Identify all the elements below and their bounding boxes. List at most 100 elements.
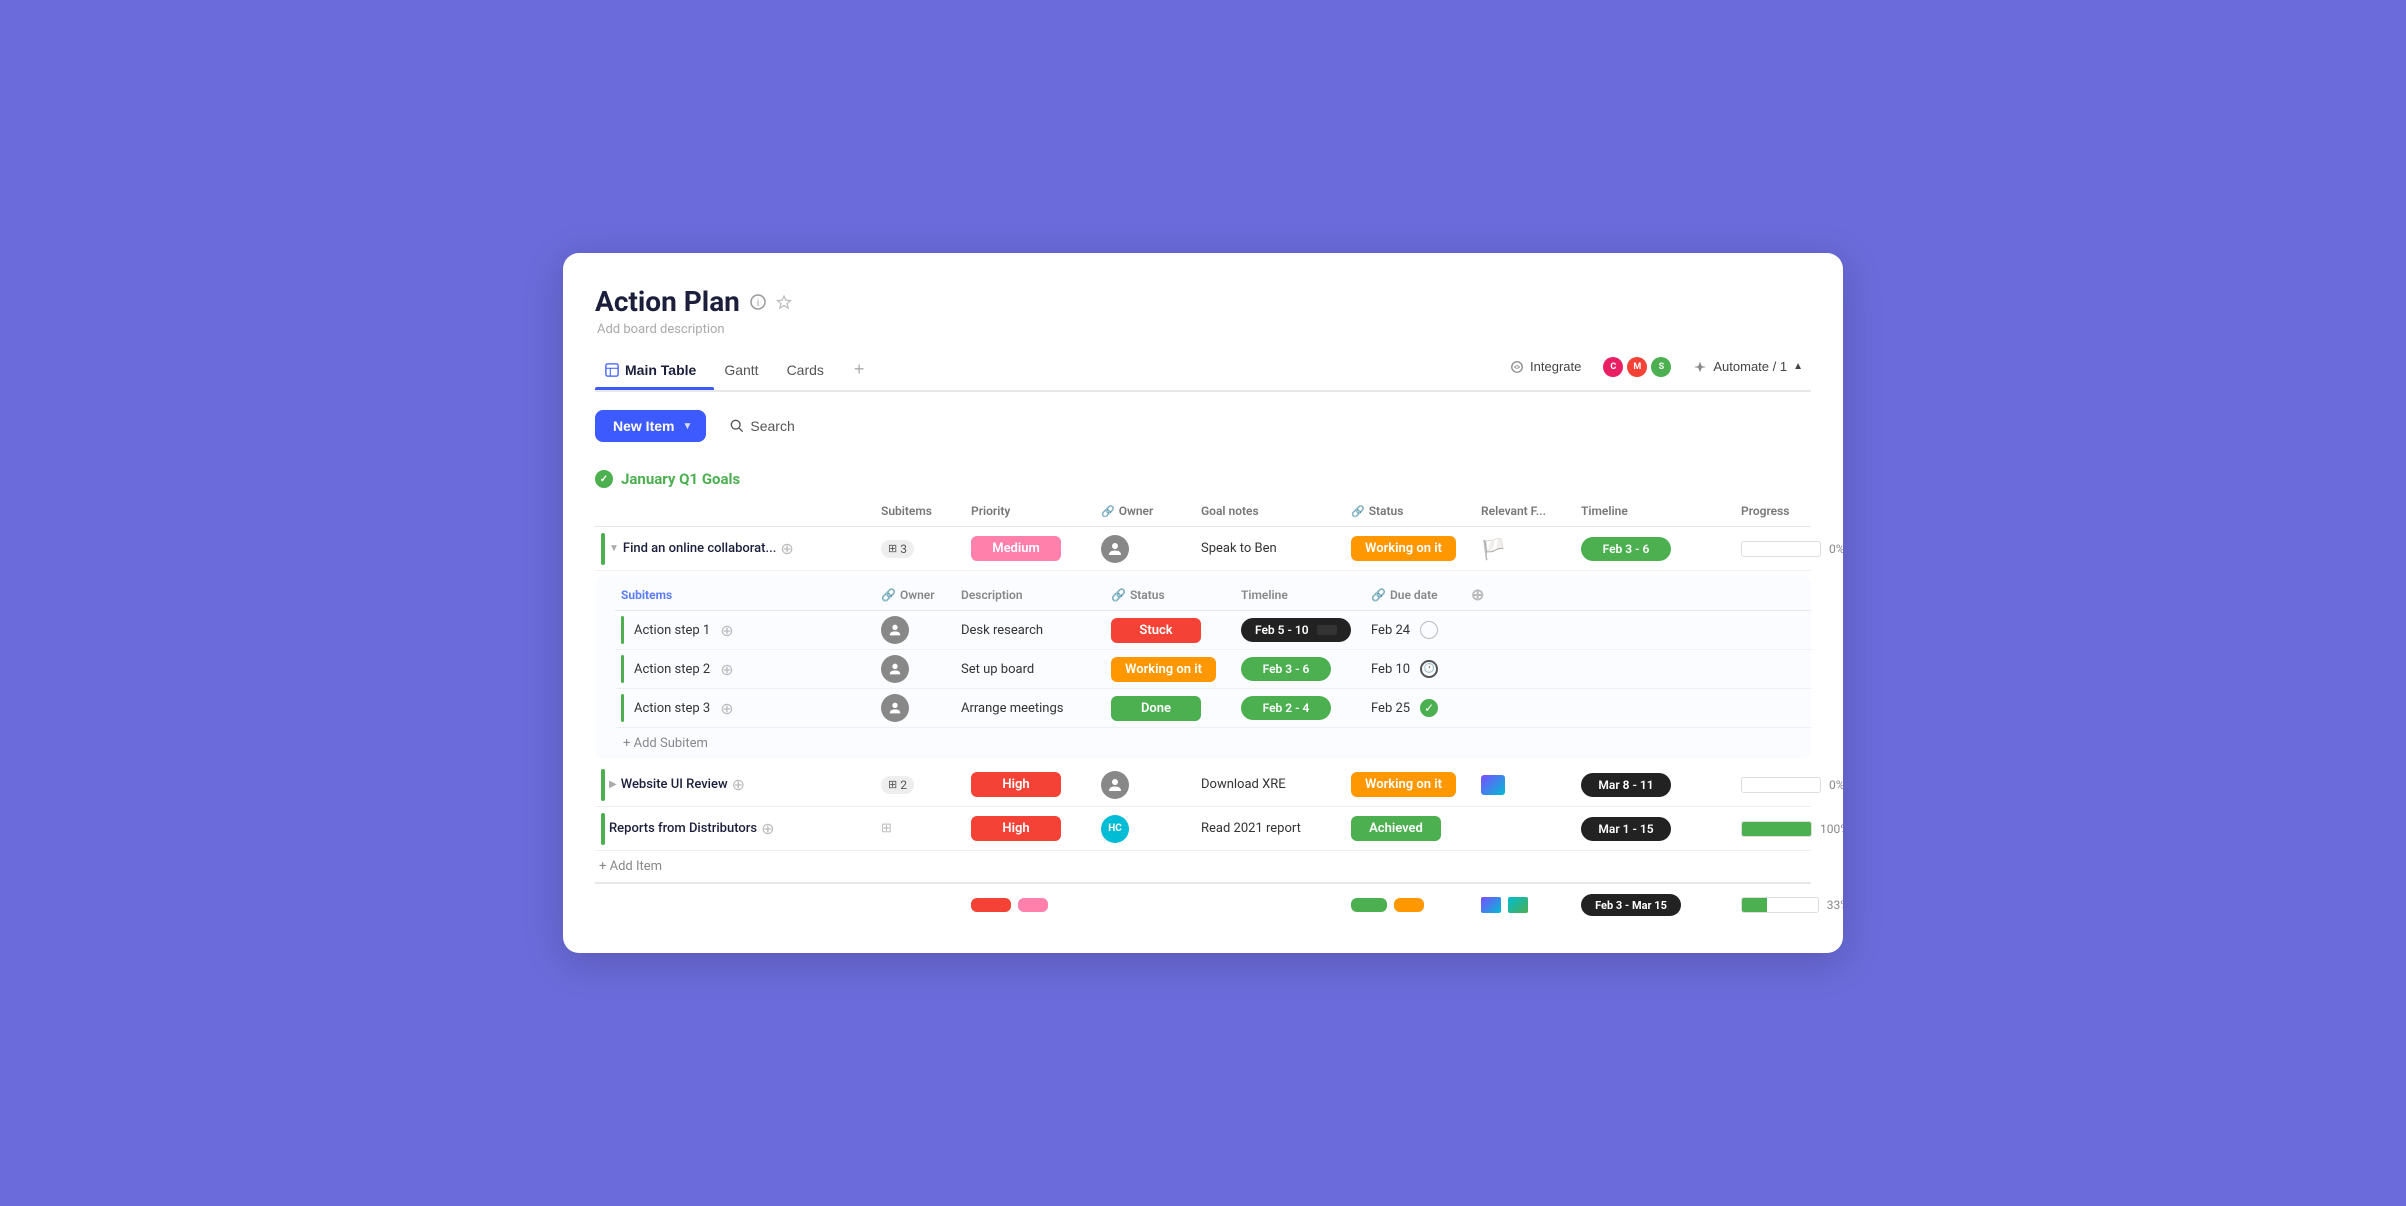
- col-header-relevant: Relevant F...: [1475, 500, 1575, 522]
- add-subitem-row[interactable]: + Add Subitem: [615, 728, 1811, 759]
- footer-priority-red: [971, 898, 1011, 912]
- integrate-label: Integrate: [1530, 359, 1581, 374]
- info-button[interactable]: i: [750, 294, 766, 310]
- row2-subitems-count[interactable]: ⊞ 2: [881, 776, 914, 794]
- row1-timeline-cell[interactable]: Feb 3 - 6: [1575, 532, 1735, 566]
- sub1-status-cell[interactable]: Stuck: [1105, 613, 1235, 648]
- footer-priority-cell: [965, 893, 1095, 917]
- row1-goal-notes-cell: Speak to Ben: [1195, 536, 1345, 561]
- sub2-timeline-pill[interactable]: Feb 3 - 6: [1241, 657, 1331, 681]
- new-item-chevron: ▼: [682, 421, 692, 432]
- sub3-status-badge[interactable]: Done: [1111, 696, 1201, 721]
- row2-add-icon[interactable]: ⊕: [732, 775, 745, 794]
- sub3-name[interactable]: Action step 3: [634, 701, 710, 716]
- row1-subitems-count[interactable]: ⊞ 3: [881, 540, 914, 558]
- sub1-due-circle[interactable]: [1420, 621, 1438, 639]
- sub3-add-icon[interactable]: ⊕: [720, 699, 733, 718]
- automate-button[interactable]: Automate / 1 ▲: [1685, 355, 1811, 378]
- row3-timeline-cell[interactable]: Mar 1 - 15: [1575, 812, 1735, 846]
- tab-main-table[interactable]: Main Table: [595, 354, 714, 388]
- new-item-button[interactable]: New Item ▼: [595, 410, 706, 442]
- sub3-timeline-pill[interactable]: Feb 2 - 4: [1241, 696, 1331, 720]
- row1-item-name[interactable]: Find an online collaborat...: [623, 541, 776, 556]
- sub2-description: Set up board: [961, 662, 1034, 677]
- row1-status-badge[interactable]: Working on it: [1351, 536, 1456, 561]
- row3-status-cell[interactable]: Achieved: [1345, 811, 1475, 846]
- tab-add-button[interactable]: +: [842, 351, 877, 390]
- row1-priority-cell[interactable]: Medium: [965, 531, 1095, 566]
- star-button[interactable]: [776, 294, 792, 310]
- search-button[interactable]: Search: [718, 411, 806, 441]
- sub1-name[interactable]: Action step 1: [634, 623, 710, 638]
- integration-icons: C M S: [1603, 357, 1671, 377]
- row2-timeline-cell[interactable]: Mar 8 - 11: [1575, 768, 1735, 802]
- row3-timeline-pill[interactable]: Mar 1 - 15: [1581, 817, 1671, 841]
- sub2-owner-cell[interactable]: [875, 650, 955, 688]
- col-header-item: [595, 500, 875, 522]
- row3-goal-notes: Read 2021 report: [1201, 821, 1301, 836]
- row1-add-icon[interactable]: ⊕: [780, 539, 793, 558]
- row2-status-cell[interactable]: Working on it: [1345, 767, 1475, 802]
- subitem-row: Action step 3 ⊕ Arrange meetings Done Fe…: [615, 689, 1811, 728]
- row3-subitems-cell[interactable]: ⊞: [875, 816, 965, 841]
- row2-expand-arrow[interactable]: ▶: [609, 779, 617, 790]
- row1-color-bar: [601, 533, 605, 565]
- row2-owner-cell[interactable]: [1095, 766, 1195, 804]
- row3-priority-cell[interactable]: High: [965, 811, 1095, 846]
- integration-icon-1: C: [1603, 357, 1623, 377]
- app-container: Action Plan i Add board description Main…: [563, 253, 1843, 953]
- row2-priority-badge[interactable]: High: [971, 772, 1061, 797]
- sub3-status-cell[interactable]: Done: [1105, 691, 1235, 726]
- row3-name-cell: Reports from Distributors ⊕: [595, 808, 875, 850]
- row2-status-badge[interactable]: Working on it: [1351, 772, 1456, 797]
- row2-priority-cell[interactable]: High: [965, 767, 1095, 802]
- sub2-timeline-cell[interactable]: Feb 3 - 6: [1235, 652, 1365, 686]
- subitem-col-timeline: Timeline: [1235, 581, 1365, 608]
- row1-timeline-pill[interactable]: Feb 3 - 6: [1581, 537, 1671, 561]
- row2-subitems-cell[interactable]: ⊞ 2: [875, 771, 965, 799]
- row3-add-icon[interactable]: ⊕: [761, 819, 774, 838]
- row2-relevant-cell: [1475, 770, 1575, 800]
- sub2-avatar: [881, 655, 909, 683]
- sub1-add-icon[interactable]: ⊕: [720, 621, 733, 640]
- subitem-col-add[interactable]: ⊕: [1465, 581, 1515, 608]
- board-description[interactable]: Add board description: [597, 322, 1811, 337]
- table-row: ▶ Website UI Review ⊕ ⊞ 2 High Download …: [595, 763, 1811, 807]
- sub2-name[interactable]: Action step 2: [634, 662, 710, 677]
- row3-item-name[interactable]: Reports from Distributors: [609, 821, 757, 836]
- tab-bar: Main Table Gantt Cards + Integrate C M S: [595, 351, 1811, 392]
- sub2-status-cell[interactable]: Working on it: [1105, 652, 1235, 687]
- sub3-avatar: [881, 694, 909, 722]
- add-item-label[interactable]: + Add Item: [599, 859, 662, 874]
- row3-subitems-icon[interactable]: ⊞: [881, 821, 892, 836]
- tab-cards[interactable]: Cards: [777, 354, 842, 388]
- row2-item-name[interactable]: Website UI Review: [621, 777, 728, 792]
- sub2-add-icon[interactable]: ⊕: [720, 660, 733, 679]
- add-subitem-label[interactable]: + Add Subitem: [623, 736, 708, 751]
- sub1-owner-cell[interactable]: [875, 611, 955, 649]
- sub3-owner-cell[interactable]: [875, 689, 955, 727]
- footer-timeline-pill: Feb 3 - Mar 15: [1581, 894, 1681, 916]
- subitem-col-description: Description: [955, 581, 1105, 608]
- sub1-timeline-pill[interactable]: Feb 5 - 10: [1241, 618, 1351, 642]
- row3-priority-badge[interactable]: High: [971, 816, 1061, 841]
- sub3-timeline-cell[interactable]: Feb 2 - 4: [1235, 691, 1365, 725]
- col-header-progress: Progress: [1735, 500, 1843, 522]
- automate-chevron: ▲: [1793, 361, 1803, 372]
- table-row: ▼ Find an online collaborat... ⊕ ⊞ 3 Med…: [595, 527, 1811, 571]
- row2-timeline-pill[interactable]: Mar 8 - 11: [1581, 773, 1671, 797]
- sub1-timeline-cell[interactable]: Feb 5 - 10: [1235, 613, 1365, 647]
- row1-owner-cell[interactable]: [1095, 530, 1195, 568]
- sub2-status-badge[interactable]: Working on it: [1111, 657, 1216, 682]
- integrate-button[interactable]: Integrate: [1502, 355, 1589, 378]
- row1-expand-arrow[interactable]: ▼: [609, 543, 619, 554]
- tab-gantt[interactable]: Gantt: [714, 354, 776, 388]
- row3-status-badge[interactable]: Achieved: [1351, 816, 1441, 841]
- sub1-status-badge[interactable]: Stuck: [1111, 618, 1201, 643]
- row1-status-cell[interactable]: Working on it: [1345, 531, 1475, 566]
- sub2-due-cell: Feb 10 🕐: [1365, 655, 1465, 683]
- add-item-row[interactable]: + Add Item: [595, 851, 1811, 882]
- row3-owner-cell[interactable]: HC: [1095, 810, 1195, 848]
- row1-subitems-cell[interactable]: ⊞ 3: [875, 535, 965, 563]
- row1-priority-badge[interactable]: Medium: [971, 536, 1061, 561]
